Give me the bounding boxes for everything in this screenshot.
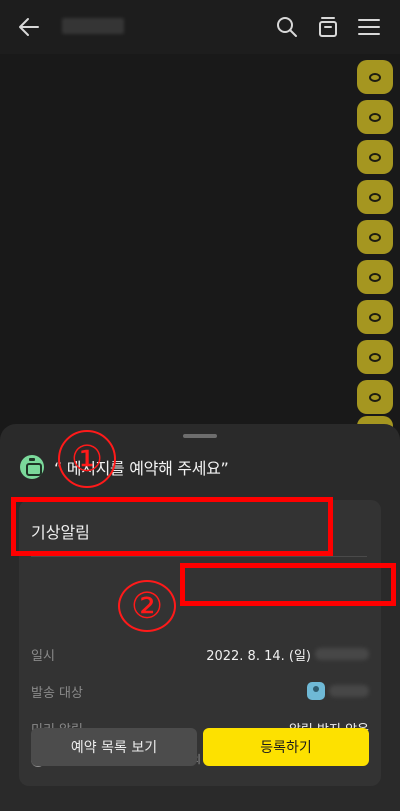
message-bubble[interactable] [357,380,393,414]
schedule-message-sheet: “ 메시지를 예약해 주세요” 일시 2022. 8. 14. (일) 발송 대… [0,424,400,811]
annotation-circle-1: ① [58,430,116,488]
message-bubble-text [369,232,381,242]
message-bubble[interactable] [357,140,393,174]
message-bubble-text [369,392,381,402]
message-bubble-text [369,72,381,82]
chat-room-title-blurred [62,18,124,34]
recipient-row[interactable]: 발송 대상 [31,680,369,702]
message-bubble[interactable] [357,300,393,334]
chat-top-bar [0,0,400,54]
register-button[interactable]: 등록하기 [203,728,369,766]
sheet-header: “ 메시지를 예약해 주세요” [20,454,229,480]
annotation-number-2: ② [130,586,164,626]
recipient-name-blurred [329,685,369,697]
message-bubble[interactable] [357,260,393,294]
message-bubble[interactable] [357,340,393,374]
recipient-avatar-icon [307,682,325,700]
date-row[interactable]: 일시 2022. 8. 14. (일) [31,643,369,665]
date-value[interactable]: 2022. 8. 14. (일) [206,645,369,664]
message-bubble[interactable] [357,100,393,134]
message-bubble-text [369,192,381,202]
message-bubble-text [369,312,381,322]
message-bubble[interactable] [357,180,393,214]
message-bubble-text [369,352,381,362]
date-value-text: 2022. 8. 14. (일) [206,648,311,664]
annotation-circle-2: ② [118,580,176,632]
annotation-box-date [180,563,396,606]
recipient-value[interactable] [307,682,369,700]
time-value-blurred [315,648,369,660]
date-label: 일시 [31,648,55,664]
message-bubble-text [369,112,381,122]
hamburger-menu-icon[interactable] [354,12,384,42]
back-arrow-icon[interactable] [14,12,44,42]
search-icon[interactable] [272,12,302,42]
recipient-label: 발송 대상 [31,685,83,701]
bot-avatar-icon [20,455,44,479]
message-bubble-text [369,152,381,162]
annotation-box-message [11,497,333,556]
annotation-number-1: ① [70,439,104,479]
message-bubble[interactable] [357,60,393,94]
message-bubble-text [369,272,381,282]
archive-box-icon[interactable] [313,12,343,42]
sheet-drag-handle[interactable] [183,434,217,438]
message-bubble[interactable] [357,220,393,254]
view-schedule-list-button[interactable]: 예약 목록 보기 [31,728,197,766]
